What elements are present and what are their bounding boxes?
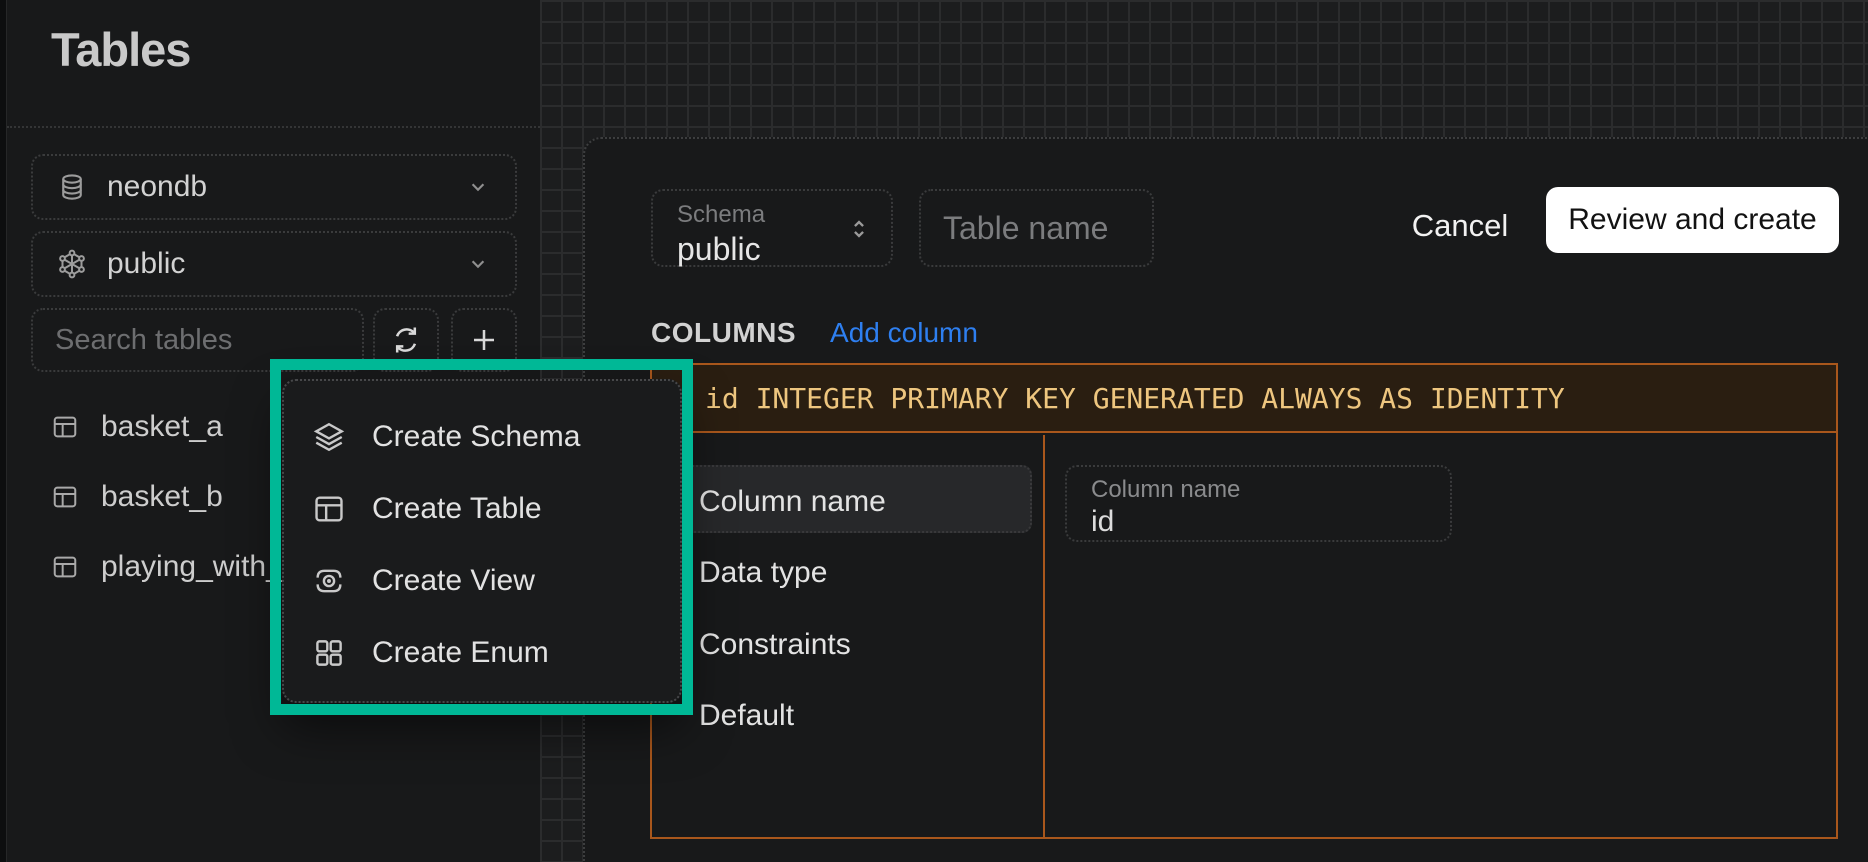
table-name: basket_a <box>101 410 223 444</box>
table-name-input[interactable] <box>919 189 1154 267</box>
nav-item-column-name[interactable]: Column name <box>699 485 886 519</box>
create-table-panel: Schema public Cancel Review and create C… <box>583 137 1868 862</box>
columns-heading: COLUMNS <box>651 317 796 349</box>
menu-item-create-view[interactable]: Create View <box>284 545 680 617</box>
tables-page: Tables neondb <box>0 0 1868 862</box>
column-name-field[interactable]: Column name <box>1065 465 1452 542</box>
editor-vertical-divider <box>1043 435 1045 837</box>
cancel-button[interactable]: Cancel <box>1405 195 1515 257</box>
database-icon <box>57 172 87 202</box>
chevron-down-icon <box>465 174 491 200</box>
enum-icon <box>312 636 346 670</box>
create-new-button[interactable] <box>451 308 517 372</box>
table-icon <box>51 553 79 581</box>
schema-field-label: Schema <box>677 201 871 229</box>
refresh-icon <box>390 324 422 356</box>
table-name: playing_with_ <box>101 550 283 584</box>
review-and-create-button[interactable]: Review and create <box>1546 187 1839 253</box>
schema-icon <box>57 249 87 279</box>
page-title: Tables <box>51 22 190 77</box>
column-name-input[interactable] <box>1091 505 1421 539</box>
table-row[interactable]: playing_with_ <box>51 544 283 590</box>
database-select-value: neondb <box>107 170 445 204</box>
up-down-caret-icon <box>845 215 873 243</box>
add-column-link[interactable]: Add column <box>830 317 978 349</box>
schema-field-select[interactable]: Schema public <box>651 189 893 267</box>
table-row[interactable]: basket_b <box>51 474 223 520</box>
menu-item-create-table[interactable]: Create Table <box>284 473 680 545</box>
plus-icon <box>468 324 500 356</box>
column-name-field-label: Column name <box>1091 476 1450 504</box>
database-select[interactable]: neondb <box>31 154 517 220</box>
menu-item-label: Create Table <box>372 492 542 526</box>
nav-item-constraints[interactable]: Constraints <box>699 628 851 662</box>
menu-item-label: Create Schema <box>372 420 580 454</box>
nav-item-data-type[interactable]: Data type <box>699 556 827 590</box>
menu-item-label: Create View <box>372 564 535 598</box>
layers-icon <box>312 420 346 454</box>
column-sql-band: id INTEGER PRIMARY KEY GENERATED ALWAYS … <box>652 365 1836 433</box>
columns-header-row: COLUMNS Add column <box>651 317 978 349</box>
view-icon <box>312 564 346 598</box>
sidebar-divider <box>7 126 540 128</box>
chevron-down-icon <box>465 251 491 277</box>
table-icon <box>51 483 79 511</box>
refresh-tables-button[interactable] <box>373 308 439 372</box>
search-tables-input[interactable] <box>31 308 364 372</box>
table-name: basket_b <box>101 480 223 514</box>
column-editor-box: id INTEGER PRIMARY KEY GENERATED ALWAYS … <box>650 363 1838 839</box>
table-icon <box>312 492 346 526</box>
column-sql-text: id INTEGER PRIMARY KEY GENERATED ALWAYS … <box>652 382 1565 415</box>
table-icon <box>51 413 79 441</box>
menu-item-create-enum[interactable]: Create Enum <box>284 617 680 689</box>
schema-select-value: public <box>107 247 445 281</box>
menu-item-create-schema[interactable]: Create Schema <box>284 401 680 473</box>
schema-field-value: public <box>677 231 871 268</box>
schema-select[interactable]: public <box>31 231 517 297</box>
menu-item-label: Create Enum <box>372 636 549 670</box>
create-dropdown-menu: Create Schema Create Table Create View C… <box>282 379 682 703</box>
nav-item-default[interactable]: Default <box>699 699 794 733</box>
table-row[interactable]: basket_a <box>51 404 223 450</box>
